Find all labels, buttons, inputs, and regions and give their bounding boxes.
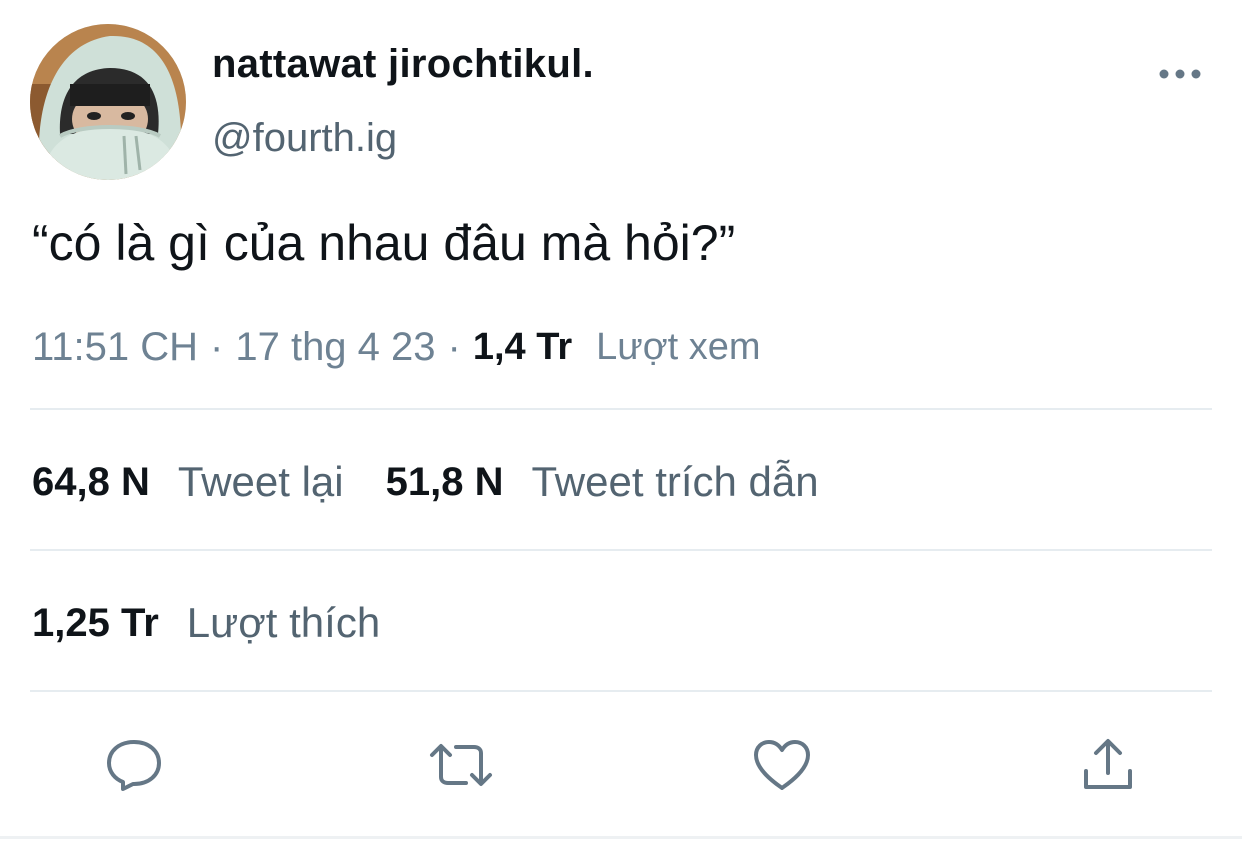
retweet-icon [430, 744, 492, 786]
retweet-button[interactable] [428, 735, 494, 795]
divider [30, 690, 1212, 692]
divider [30, 408, 1212, 410]
quotes-count: 51,8 N [385, 459, 504, 504]
engagement-stats: 64,8 N Tweet lại 51,8 N Tweet trích dẫn [32, 452, 819, 512]
divider [30, 549, 1212, 551]
quotes-stat[interactable]: 51,8 N Tweet trích dẫn [386, 458, 819, 506]
retweets-stat[interactable]: 64,8 N Tweet lại [32, 458, 344, 506]
tweet-date[interactable]: 17 thg 4 23 [235, 325, 435, 370]
tweet-text: “có là gì của nhau đâu mà hỏi?” [32, 215, 736, 271]
views-count: 1,4 Tr [472, 325, 573, 368]
reply-button[interactable] [104, 735, 164, 795]
tweet-meta: 11:51 CH · 17 thg 4 23 · 1,4 Tr Lượt xem [32, 322, 761, 372]
author-display-name[interactable]: nattawat jirochtikul. [212, 42, 594, 87]
more-options-button[interactable] [1150, 50, 1210, 98]
likes-count: 1,25 Tr [32, 600, 159, 645]
like-icon [754, 740, 810, 790]
retweets-count: 64,8 N [32, 459, 150, 504]
likes-stat[interactable]: 1,25 Tr Lượt thích [32, 593, 380, 653]
avatar-image [30, 24, 186, 180]
like-button[interactable] [752, 735, 812, 795]
quotes-label: Tweet trích dẫn [531, 458, 819, 505]
tweet-time[interactable]: 11:51 CH [32, 325, 198, 370]
share-button[interactable] [1078, 735, 1138, 795]
likes-label: Lượt thích [186, 599, 381, 646]
bottom-divider [0, 836, 1242, 839]
more-dots-icon [1159, 69, 1201, 79]
avatar[interactable] [30, 24, 186, 180]
retweets-label: Tweet lại [177, 458, 344, 505]
meta-separator: · [210, 324, 224, 369]
meta-separator: · [447, 324, 461, 369]
author-handle[interactable]: @fourth.ig [212, 116, 397, 161]
reply-icon [107, 740, 161, 791]
views-label: Lượt xem [596, 325, 761, 368]
share-icon [1084, 739, 1132, 789]
